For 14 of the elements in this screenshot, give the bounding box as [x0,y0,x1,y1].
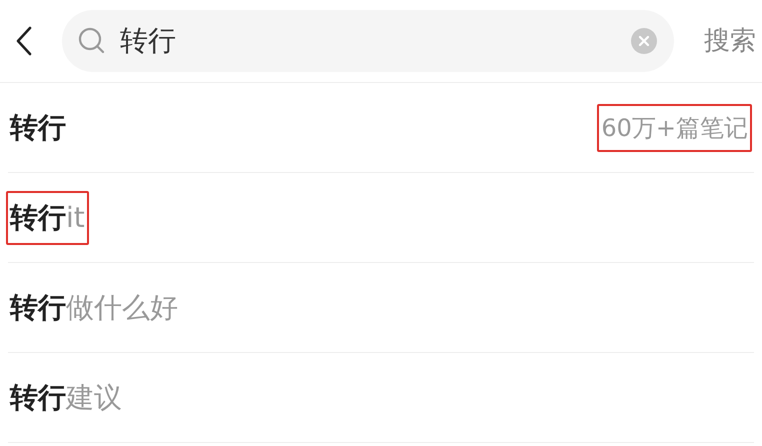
suggestion-text: 转行建议 [10,380,122,416]
search-icon [78,27,106,55]
search-button[interactable]: 搜索 [704,22,756,60]
suggestion-item[interactable]: 转行做什么好 [8,263,754,353]
note-count: 60万+篇笔记 [601,114,748,142]
search-field[interactable]: 转行 [62,10,674,72]
suggestion-text: 转行做什么好 [10,290,178,326]
suggestion-item[interactable]: 转行 60万+篇笔记 [8,83,754,173]
suggestion-item[interactable]: 转行it [8,173,754,263]
suggestion-item[interactable]: 转行建议 [8,353,754,443]
suggestion-text: 转行it [10,200,85,234]
search-query: 转行 [120,23,177,59]
back-icon [15,26,33,56]
suggestion-text: 转行 [10,110,66,146]
